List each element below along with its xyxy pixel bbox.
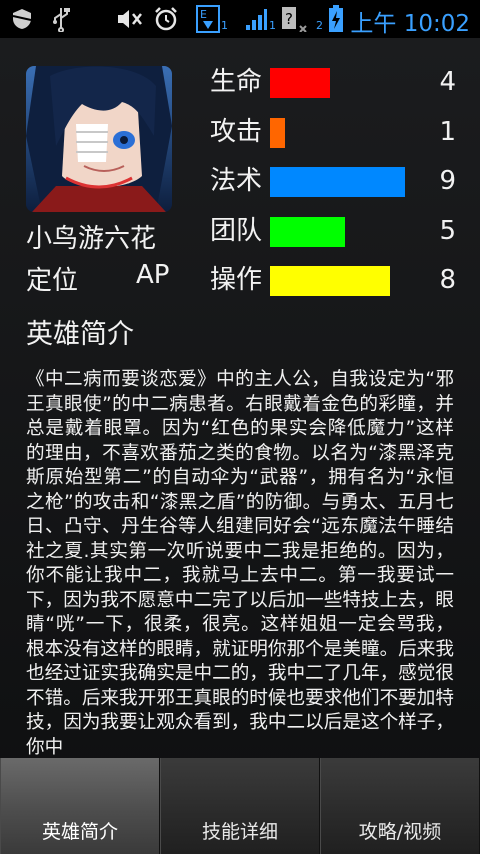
tab-guide-video[interactable]: 攻略/视频: [320, 758, 480, 854]
alarm-icon: [153, 6, 179, 32]
hero-avatar: [26, 66, 172, 212]
sim3-label: 2: [316, 19, 323, 32]
stat-bar: [270, 216, 345, 247]
stat-label: 团队: [210, 215, 263, 246]
stat-label: 法术: [210, 166, 263, 196]
stat-value: 9: [439, 166, 456, 196]
clock-time: 上午 10:02: [350, 11, 470, 37]
bottom-tab-bar: 英雄简介 技能详细 攻略/视频: [0, 758, 480, 854]
battery-charging-icon: [328, 5, 344, 32]
hero-name: 小鸟游六花: [26, 224, 157, 254]
no-signal-icon: ? 2: [281, 6, 323, 32]
stat-bar: [270, 68, 330, 98]
mute-icon: [115, 6, 143, 32]
stat-bar: [270, 266, 390, 296]
tab-label: 技能详细: [201, 821, 278, 843]
stat-value: 1: [439, 116, 456, 147]
signal-icon: 1: [244, 6, 276, 32]
stat-label: 操作: [210, 265, 263, 295]
sim1-label: 1: [221, 19, 228, 32]
tab-label: 英雄简介: [41, 821, 118, 843]
stat-row: 法术 9: [210, 161, 460, 201]
shield-icon: [10, 6, 34, 32]
stat-value: 5: [439, 215, 456, 246]
stat-value: 4: [439, 67, 456, 97]
hero-role-label: 定位: [26, 266, 79, 296]
tab-skill-details[interactable]: 技能详细: [160, 758, 320, 854]
stat-label: 攻击: [210, 116, 263, 147]
sim2-label: 1: [269, 19, 276, 32]
stat-bar: [270, 117, 285, 148]
status-bar: E 1 1 ? 2 上午 10:02: [0, 0, 480, 38]
section-title: 英雄简介: [26, 319, 134, 350]
stat-label: 生命: [210, 67, 263, 97]
stat-row: 生命 4: [210, 62, 460, 102]
stat-row: 攻击 1: [210, 112, 460, 152]
hero-role-value: AP: [136, 260, 170, 290]
stat-bar: [270, 167, 405, 197]
tab-label: 攻略/视频: [358, 821, 442, 843]
usb-icon: [50, 6, 72, 32]
hero-intro-text[interactable]: 《中二病而要谈恋爱》中的主人公，自我设定为“邪王真眼使”的中二病患者。右眼戴着金…: [26, 368, 454, 756]
svg-text:E: E: [200, 8, 207, 21]
data-transfer-icon: E 1: [196, 5, 228, 33]
stat-row: 操作 8: [210, 260, 460, 300]
hero-detail-screen: 小鸟游六花 定位 AP 生命 4 攻击 1 法术 9 团队 5 操作 8 英雄简介 《中二病而要谈…: [0, 38, 480, 854]
svg-text:?: ?: [285, 10, 293, 28]
stat-row: 团队 5: [210, 211, 460, 251]
stat-value: 8: [439, 265, 456, 295]
tab-hero-intro[interactable]: 英雄简介: [0, 758, 160, 854]
